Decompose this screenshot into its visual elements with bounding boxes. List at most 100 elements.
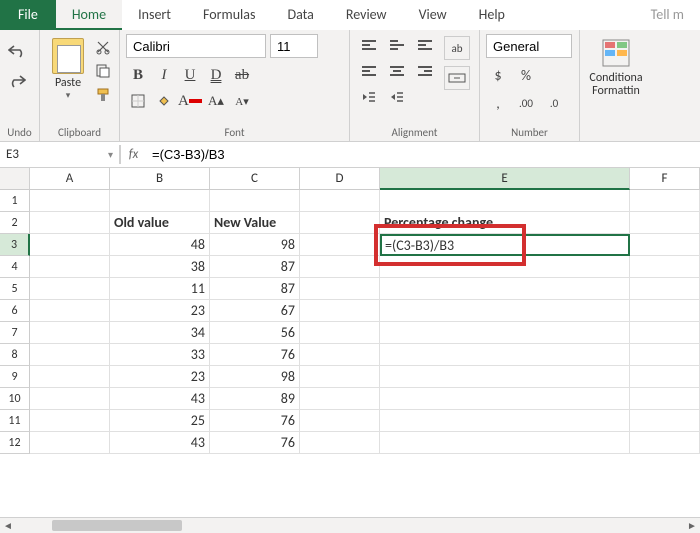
- cell[interactable]: [30, 256, 110, 278]
- tab-home[interactable]: Home: [56, 0, 122, 30]
- cell-new-value[interactable]: 76: [210, 432, 300, 454]
- tab-insert[interactable]: Insert: [122, 0, 187, 30]
- cell[interactable]: [630, 410, 700, 432]
- cell-old-value[interactable]: 33: [110, 344, 210, 366]
- row-header[interactable]: 7: [0, 322, 30, 344]
- cell-new-value[interactable]: 87: [210, 256, 300, 278]
- row-header[interactable]: 11: [0, 410, 30, 432]
- cell[interactable]: [300, 388, 380, 410]
- cut-button[interactable]: [94, 38, 112, 56]
- tab-review[interactable]: Review: [330, 0, 403, 30]
- col-header-f[interactable]: F: [630, 168, 700, 190]
- increase-font-button[interactable]: A▴: [204, 90, 228, 112]
- cell[interactable]: [630, 256, 700, 278]
- cell-new-value[interactable]: 98: [210, 366, 300, 388]
- formula-input[interactable]: [146, 145, 700, 164]
- cell-old-value[interactable]: 48: [110, 234, 210, 256]
- cell[interactable]: [30, 432, 110, 454]
- cell-new-value[interactable]: 76: [210, 344, 300, 366]
- row-header[interactable]: 9: [0, 366, 30, 388]
- underline-button[interactable]: U: [178, 64, 202, 86]
- align-top-button[interactable]: [356, 34, 382, 56]
- align-middle-button[interactable]: [384, 34, 410, 56]
- tab-file[interactable]: File: [0, 0, 56, 30]
- row-header[interactable]: 1: [0, 190, 30, 212]
- fx-icon[interactable]: fx: [120, 145, 146, 164]
- increase-indent-button[interactable]: [384, 86, 410, 108]
- comma-button[interactable]: ,: [486, 92, 510, 114]
- cell[interactable]: [300, 300, 380, 322]
- font-size-select[interactable]: [270, 34, 318, 58]
- header-new-value[interactable]: New Value: [210, 212, 300, 234]
- italic-button[interactable]: I: [152, 64, 176, 86]
- col-header-c[interactable]: C: [210, 168, 300, 190]
- row-header[interactable]: 12: [0, 432, 30, 454]
- header-old-value[interactable]: Old value: [110, 212, 210, 234]
- currency-button[interactable]: $: [486, 64, 510, 86]
- cell[interactable]: [630, 234, 700, 256]
- decrease-decimal-button[interactable]: .0: [542, 92, 566, 114]
- tab-formulas[interactable]: Formulas: [187, 0, 271, 30]
- cell[interactable]: [630, 278, 700, 300]
- row-header[interactable]: 2: [0, 212, 30, 234]
- cell[interactable]: [380, 322, 630, 344]
- align-left-button[interactable]: [356, 60, 382, 82]
- align-right-button[interactable]: [412, 60, 438, 82]
- cell[interactable]: [630, 300, 700, 322]
- tell-me[interactable]: Tell m: [635, 0, 700, 30]
- cell[interactable]: [30, 344, 110, 366]
- cell[interactable]: [30, 300, 110, 322]
- cell[interactable]: [630, 190, 700, 212]
- cell[interactable]: [630, 366, 700, 388]
- cell[interactable]: [300, 410, 380, 432]
- copy-button[interactable]: [94, 62, 112, 80]
- cell[interactable]: [210, 190, 300, 212]
- header-percentage-change[interactable]: Percentage change: [380, 212, 630, 234]
- cell[interactable]: [300, 234, 380, 256]
- col-header-a[interactable]: A: [30, 168, 110, 190]
- format-painter-button[interactable]: [94, 86, 112, 104]
- align-center-button[interactable]: [384, 60, 410, 82]
- row-header[interactable]: 6: [0, 300, 30, 322]
- cell[interactable]: [30, 388, 110, 410]
- cell[interactable]: [300, 322, 380, 344]
- number-format-select[interactable]: [486, 34, 572, 58]
- cell[interactable]: [380, 256, 630, 278]
- tab-data[interactable]: Data: [271, 0, 329, 30]
- scroll-left-arrow[interactable]: ◄: [0, 518, 16, 533]
- col-header-d[interactable]: D: [300, 168, 380, 190]
- cell[interactable]: [110, 190, 210, 212]
- cell[interactable]: [30, 410, 110, 432]
- cell[interactable]: [300, 256, 380, 278]
- scrollbar-thumb[interactable]: [52, 520, 182, 531]
- borders-button[interactable]: [126, 90, 150, 112]
- col-header-b[interactable]: B: [110, 168, 210, 190]
- wrap-text-button[interactable]: ab: [444, 36, 470, 60]
- cell[interactable]: [30, 190, 110, 212]
- cell[interactable]: [380, 388, 630, 410]
- cell-old-value[interactable]: 25: [110, 410, 210, 432]
- row-header[interactable]: 5: [0, 278, 30, 300]
- cell-new-value[interactable]: 76: [210, 410, 300, 432]
- tab-view[interactable]: View: [403, 0, 463, 30]
- cell[interactable]: [30, 366, 110, 388]
- cell[interactable]: [300, 212, 380, 234]
- redo-button[interactable]: [6, 70, 28, 92]
- cell[interactable]: [630, 432, 700, 454]
- paste-button[interactable]: Paste ▾: [46, 34, 90, 101]
- cell[interactable]: [380, 278, 630, 300]
- cell-old-value[interactable]: 38: [110, 256, 210, 278]
- scroll-right-arrow[interactable]: ►: [684, 518, 700, 533]
- cell[interactable]: [380, 432, 630, 454]
- cell-old-value[interactable]: 11: [110, 278, 210, 300]
- strikethrough-button[interactable]: ab: [230, 64, 254, 86]
- cell[interactable]: [300, 344, 380, 366]
- horizontal-scrollbar[interactable]: ◄ ►: [0, 517, 700, 533]
- cell[interactable]: [30, 278, 110, 300]
- row-header[interactable]: 3: [0, 234, 30, 256]
- decrease-indent-button[interactable]: [356, 86, 382, 108]
- cell[interactable]: [380, 344, 630, 366]
- percent-button[interactable]: %: [514, 64, 538, 86]
- cell[interactable]: [300, 432, 380, 454]
- cell-old-value[interactable]: 34: [110, 322, 210, 344]
